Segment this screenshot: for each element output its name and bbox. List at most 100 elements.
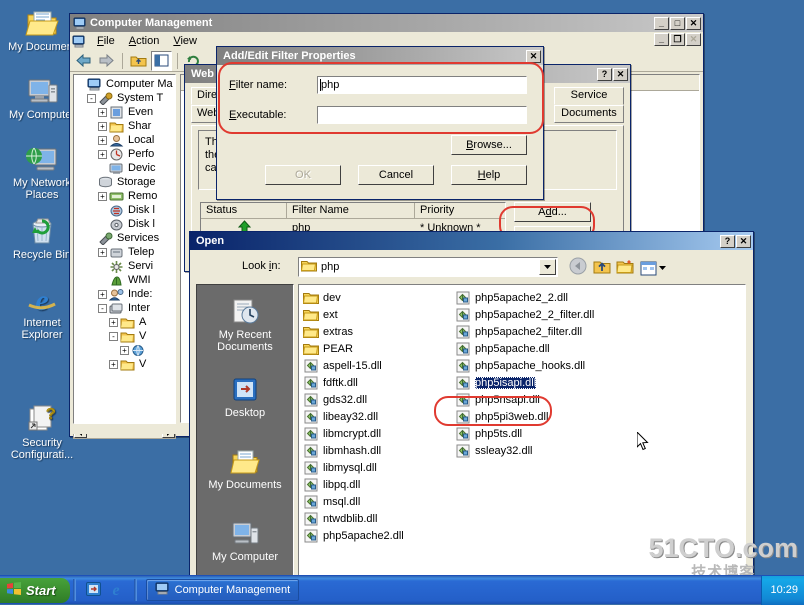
- tree-item[interactable]: Servi: [76, 259, 175, 273]
- tray-clock[interactable]: 10:29: [770, 584, 798, 596]
- file-list-column-1[interactable]: dev ext extras PEAR aspell-15.dll fdftk.dll gd…: [302, 289, 455, 544]
- file-list-item[interactable]: ext: [302, 306, 455, 323]
- column-status[interactable]: Status: [201, 203, 287, 218]
- file-list-item[interactable]: msql.dll: [303, 493, 455, 510]
- tab-service[interactable]: Service: [554, 87, 624, 105]
- quick-launch-bar[interactable]: e: [79, 578, 131, 602]
- file-list-item[interactable]: php5apache_hooks.dll: [455, 357, 655, 374]
- file-list-item[interactable]: gds32.dll: [303, 391, 455, 408]
- up-one-level-icon[interactable]: [592, 257, 612, 279]
- help-button[interactable]: ?: [597, 67, 612, 81]
- start-button[interactable]: Start: [0, 577, 70, 603]
- file-list-column-2[interactable]: php5apache2_2.dll php5apache2_2_filter.dl…: [455, 289, 655, 544]
- show-hide-tree-icon[interactable]: [151, 50, 172, 71]
- computer-management-titlebar[interactable]: Computer Management _ □ ✕: [70, 14, 703, 32]
- up-one-level-icon[interactable]: [128, 51, 149, 71]
- file-list-item[interactable]: php5apache.dll: [455, 340, 655, 357]
- look-in-combobox[interactable]: php: [298, 257, 558, 277]
- tree-item[interactable]: + Local: [76, 133, 175, 147]
- tab-documents[interactable]: Documents: [554, 105, 624, 123]
- file-list[interactable]: dev ext extras PEAR aspell-15.dll fdftk.dll gd…: [298, 284, 746, 584]
- tree-expander-plus-icon[interactable]: +: [98, 289, 107, 299]
- browse-button[interactable]: Browse...: [451, 135, 527, 155]
- tree-item[interactable]: Computer Ma: [76, 77, 175, 91]
- open-dialog-titlebar[interactable]: Open ? ✕: [190, 232, 753, 250]
- add-button[interactable]: Add...: [514, 202, 591, 222]
- help-button[interactable]: ?: [720, 234, 735, 248]
- tree-item[interactable]: + A: [76, 315, 175, 329]
- file-list-item[interactable]: libmhash.dll: [303, 442, 455, 459]
- file-list-item[interactable]: php5apache2_2_filter.dll: [455, 306, 655, 323]
- maximize-button[interactable]: □: [670, 16, 685, 30]
- system-tray[interactable]: 10:29: [761, 575, 804, 605]
- ok-button[interactable]: OK: [265, 165, 341, 185]
- tree-item[interactable]: + V: [76, 357, 175, 371]
- tree-item[interactable]: + Perfo: [76, 147, 175, 161]
- new-folder-icon[interactable]: [616, 257, 636, 279]
- mdi-restore-button[interactable]: ❐: [670, 33, 685, 46]
- mdi-close-button[interactable]: ✕: [686, 33, 701, 46]
- close-button[interactable]: ✕: [613, 67, 628, 81]
- taskbar[interactable]: Start e Computer Management 10:29: [0, 575, 804, 605]
- tree-expander-minus-icon[interactable]: -: [98, 303, 107, 313]
- file-list-item[interactable]: php5apache2_2.dll: [455, 289, 655, 306]
- tree-expander-plus-icon[interactable]: +: [98, 191, 107, 201]
- add-edit-filter-dialog[interactable]: Add/Edit Filter Properties ✕ Filter name…: [216, 46, 544, 200]
- file-list-item[interactable]: php5nsapi.dll: [455, 391, 655, 408]
- cancel-button[interactable]: Cancel: [358, 165, 434, 185]
- open-dialog[interactable]: Open ? ✕ Look in: php My Recent Document…: [189, 231, 754, 584]
- tree-item[interactable]: Storage: [76, 175, 175, 189]
- add-edit-filter-titlebar[interactable]: Add/Edit Filter Properties ✕: [217, 47, 543, 65]
- tab-strip-right[interactable]: Service Documents: [554, 87, 624, 123]
- mdi-minimize-button[interactable]: _: [654, 33, 669, 46]
- tree-expander-plus-icon[interactable]: +: [98, 107, 107, 117]
- file-list-item[interactable]: ssleay32.dll: [455, 442, 655, 459]
- tree-item[interactable]: WMI: [76, 273, 175, 287]
- file-list-item[interactable]: dev: [302, 289, 455, 306]
- tree-item[interactable]: + Inde:: [76, 287, 175, 301]
- tree-expander-plus-icon[interactable]: +: [98, 247, 107, 257]
- file-list-item[interactable]: PEAR: [302, 340, 455, 357]
- menu-action[interactable]: Action: [122, 34, 167, 48]
- file-list-item[interactable]: php5apache2.dll: [303, 527, 455, 544]
- open-dialog-toolbar[interactable]: [568, 257, 666, 279]
- place-item-my-computer[interactable]: My Computer: [197, 505, 293, 577]
- mdi-window-controls[interactable]: _ ❐ ✕: [653, 33, 701, 46]
- tree-item[interactable]: Disk l: [76, 217, 175, 231]
- tree-item[interactable]: + Shar: [76, 119, 175, 133]
- file-list-item[interactable]: php5pi3web.dll: [455, 408, 655, 425]
- menu-file[interactable]: File: [90, 34, 122, 48]
- file-list-item[interactable]: libmysql.dll: [303, 459, 455, 476]
- tree-expander-minus-icon[interactable]: -: [87, 93, 96, 103]
- taskbar-item-computer-management[interactable]: Computer Management: [145, 579, 300, 601]
- tree-item[interactable]: Disk l: [76, 203, 175, 217]
- column-priority[interactable]: Priority: [415, 203, 505, 218]
- places-bar[interactable]: My Recent Documents Desktop My Documents My…: [196, 284, 294, 584]
- tree-expander-minus-icon[interactable]: -: [109, 331, 118, 341]
- computer-management-tree-pane[interactable]: Computer Ma - System T + Even + Shar + Local + Per…: [73, 74, 176, 424]
- file-list-item[interactable]: php5isapi.dll: [455, 374, 655, 391]
- tree-expander-plus-icon[interactable]: +: [98, 149, 107, 159]
- tree-item[interactable]: + Telep: [76, 245, 175, 259]
- close-button[interactable]: ✕: [686, 16, 701, 30]
- close-button[interactable]: ✕: [736, 234, 751, 248]
- forward-icon[interactable]: [96, 51, 117, 71]
- close-button[interactable]: ✕: [526, 49, 541, 63]
- tree-item[interactable]: - System T: [76, 91, 175, 106]
- file-list-item[interactable]: libmcrypt.dll: [303, 425, 455, 442]
- tree-expander-plus-icon[interactable]: +: [98, 121, 107, 131]
- look-in-dropdown-arrow[interactable]: [539, 259, 556, 275]
- tree-item[interactable]: + Even: [76, 105, 175, 119]
- column-filter-name[interactable]: Filter Name: [287, 203, 415, 218]
- menu-view[interactable]: View: [166, 34, 204, 48]
- tree-item[interactable]: + Remo: [76, 189, 175, 203]
- file-list-item[interactable]: fdftk.dll: [303, 374, 455, 391]
- show-desktop-icon[interactable]: [85, 581, 102, 600]
- tree-expander-plus-icon[interactable]: +: [109, 359, 118, 369]
- tree-expander-plus-icon[interactable]: +: [120, 345, 129, 355]
- tree-item[interactable]: -V: [76, 329, 175, 343]
- place-item-my-documents[interactable]: My Documents: [197, 433, 293, 505]
- tree-expander-plus-icon[interactable]: +: [109, 317, 118, 327]
- internet-explorer-icon[interactable]: e: [107, 581, 125, 600]
- file-list-item[interactable]: libeay32.dll: [303, 408, 455, 425]
